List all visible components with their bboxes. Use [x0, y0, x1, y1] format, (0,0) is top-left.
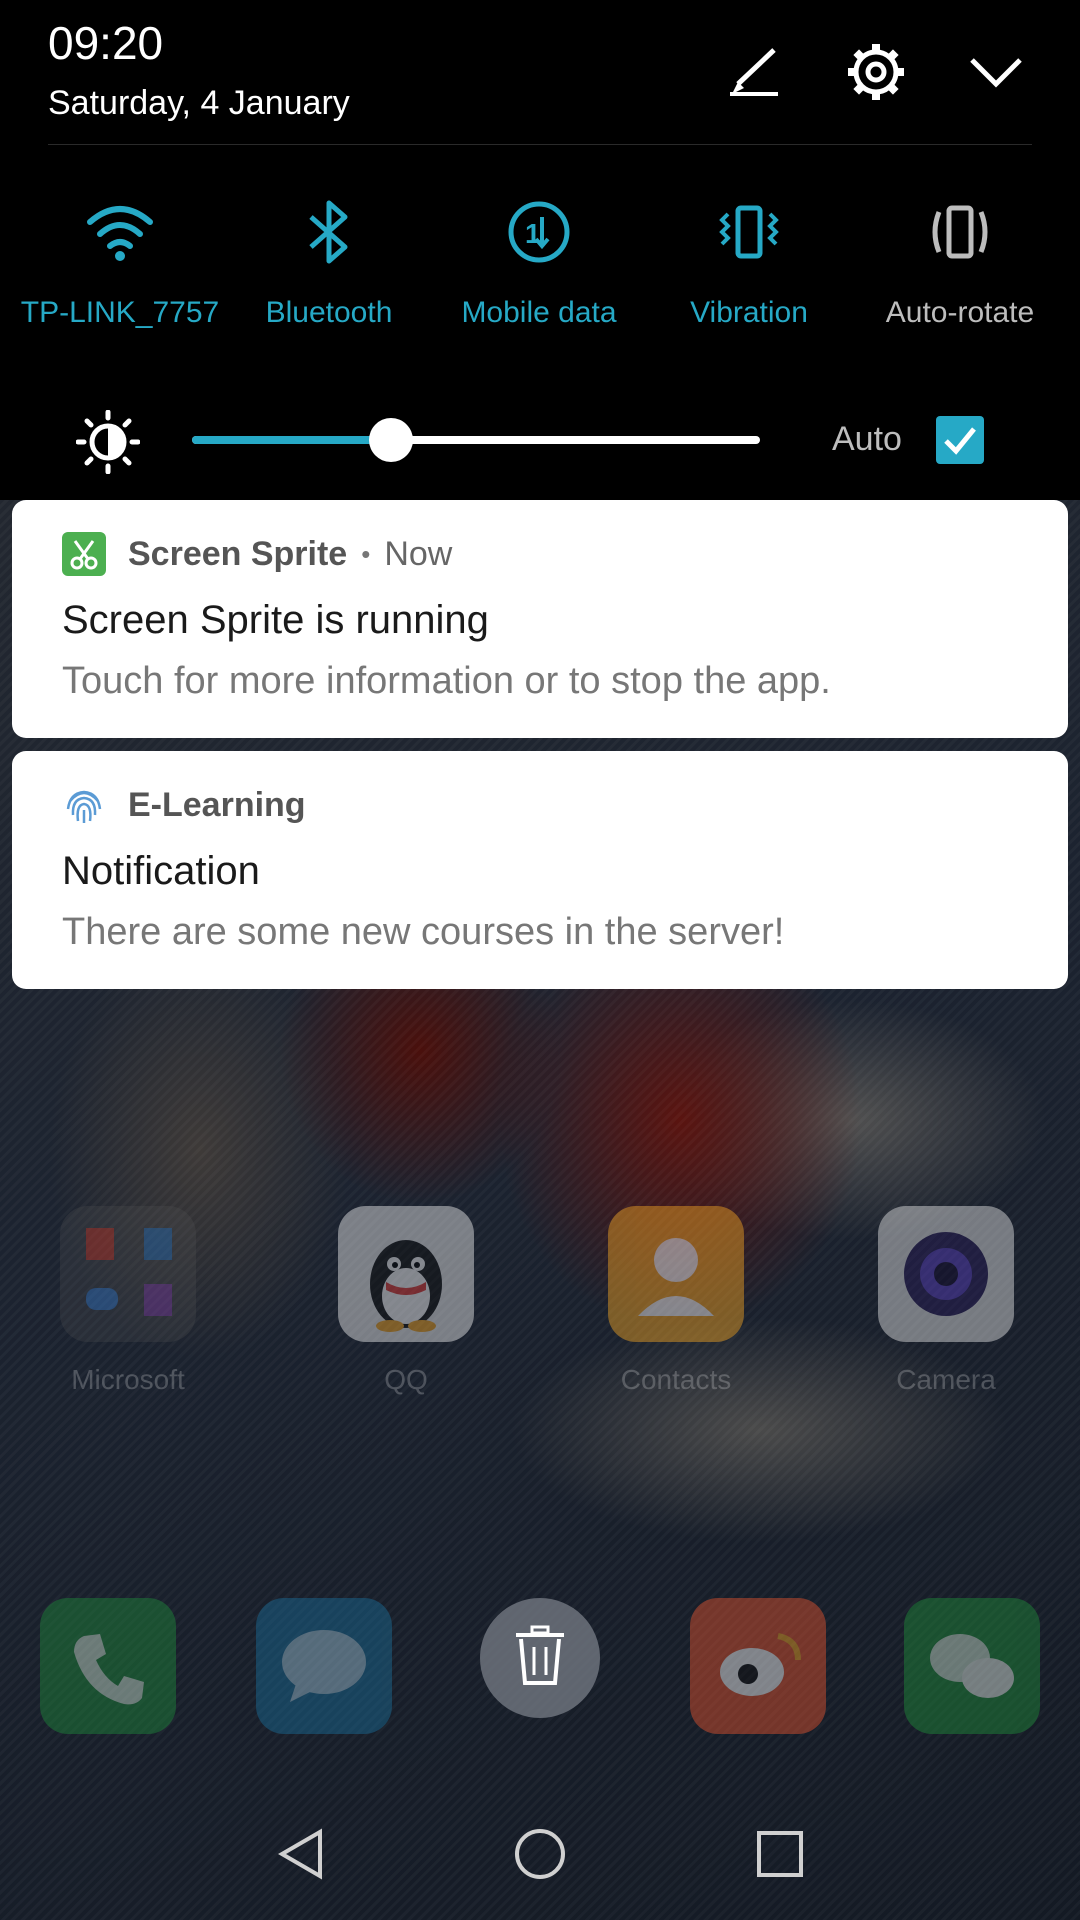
- auto-brightness-checkbox[interactable]: [936, 416, 984, 464]
- collapse-chevron-icon[interactable]: [964, 40, 1028, 104]
- fingerprint-icon: [62, 783, 106, 827]
- notification-time: Now: [384, 534, 453, 573]
- tile-wifi-label: TP-LINK_7757: [20, 296, 220, 329]
- quick-settings-panel: 09:20 Saturday, 4 January TP-LINK_7757 B…: [0, 0, 1080, 500]
- notification-separator: •: [361, 538, 371, 569]
- tile-bluetooth-label: Bluetooth: [265, 296, 393, 329]
- notification-screen-sprite[interactable]: Screen Sprite • Now Screen Sprite is run…: [12, 500, 1068, 738]
- notification-app-name: Screen Sprite: [128, 534, 348, 573]
- screen-sprite-icon: [62, 532, 106, 576]
- auto-rotate-icon: [924, 196, 996, 268]
- app-label-microsoft: Microsoft: [71, 1364, 185, 1395]
- back-button[interactable]: [270, 1826, 330, 1886]
- messages-icon[interactable]: [256, 1598, 392, 1734]
- home-button[interactable]: [510, 1826, 570, 1886]
- brightness-slider-fill: [192, 436, 391, 444]
- brightness-slider-thumb[interactable]: [368, 418, 413, 462]
- contacts-icon[interactable]: [608, 1206, 744, 1342]
- notification-body: There are some new courses in the server…: [62, 911, 785, 953]
- notification-title: Screen Sprite is running: [62, 598, 489, 642]
- tile-auto-rotate-label: Auto-rotate: [885, 296, 1035, 329]
- settings-icon[interactable]: [844, 40, 908, 104]
- tile-wifi[interactable]: TP-LINK_7757: [20, 196, 220, 336]
- tile-auto-rotate[interactable]: Auto-rotate: [860, 196, 1060, 336]
- wechat-icon[interactable]: [904, 1598, 1040, 1734]
- phone-icon[interactable]: [40, 1598, 176, 1734]
- recents-button[interactable]: [750, 1826, 810, 1886]
- back-icon: [276, 1828, 324, 1885]
- home-icon: [514, 1828, 566, 1885]
- tile-vibration[interactable]: Vibration: [649, 196, 849, 336]
- auto-brightness-label: Auto: [832, 420, 902, 458]
- notification-header: E-Learning: [62, 781, 306, 829]
- app-label-camera: Camera: [896, 1364, 996, 1395]
- bluetooth-icon: [293, 196, 365, 268]
- wifi-icon: [84, 196, 156, 268]
- notification-e-learning[interactable]: E-Learning Notification There are some n…: [12, 751, 1068, 989]
- tile-mobile-data-label: Mobile data: [461, 296, 617, 329]
- notification-app-name: E-Learning: [128, 785, 306, 824]
- edit-icon[interactable]: [722, 40, 786, 104]
- microsoft-folder-icon: [60, 1206, 196, 1342]
- notification-body: Touch for more information or to stop th…: [62, 660, 831, 702]
- screen: Microsoft QQ Contacts Camera 09:20 Satur…: [0, 0, 1080, 1920]
- brightness-slider[interactable]: [192, 418, 760, 462]
- qq-icon[interactable]: [338, 1206, 474, 1342]
- recents-icon: [757, 1830, 803, 1882]
- clear-all-button[interactable]: [480, 1598, 600, 1718]
- mobile-data-icon: 1: [503, 196, 575, 268]
- tile-vibration-label: Vibration: [690, 296, 808, 329]
- app-label-contacts: Contacts: [620, 1364, 732, 1395]
- weibo-icon[interactable]: [690, 1598, 826, 1734]
- notification-title: Notification: [62, 849, 260, 893]
- tile-mobile-data[interactable]: 1 Mobile data: [439, 196, 639, 336]
- date: Saturday, 4 January: [48, 84, 350, 122]
- notification-header: Screen Sprite • Now: [62, 530, 452, 578]
- camera-icon[interactable]: [878, 1206, 1014, 1342]
- app-label-qq: QQ: [384, 1364, 428, 1395]
- vibration-icon: [713, 196, 785, 268]
- brightness-icon: [75, 409, 141, 475]
- header-divider: [48, 144, 1032, 145]
- tile-bluetooth[interactable]: Bluetooth: [229, 196, 429, 336]
- clock: 09:20: [48, 17, 164, 69]
- trash-icon: [512, 1625, 568, 1692]
